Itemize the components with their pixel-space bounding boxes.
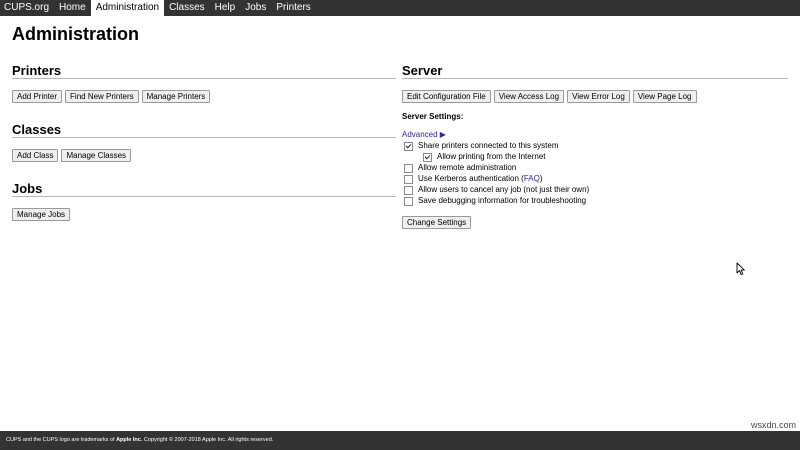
allow-internet-printing-label: Allow printing from the Internet [437,152,546,161]
kerberos-checkbox[interactable] [404,174,413,184]
add-class-button[interactable]: Add Class [12,149,59,162]
cancel-any-job-label: Allow users to cancel any job (not just … [418,185,590,194]
add-printer-button[interactable]: Add Printer [12,90,63,103]
nav-item-help[interactable]: Help [210,0,241,16]
top-navigation-bar: CUPS.org Home Administration Classes Hel… [0,0,800,16]
nav-item-printers[interactable]: Printers [271,0,315,16]
debug-logging-checkbox[interactable] [404,196,413,206]
server-button-row: Edit Configuration File View Access Log … [402,90,697,103]
footer-apple-link[interactable]: Apple Inc. [116,437,142,443]
nav-item-home[interactable]: Home [54,0,91,16]
nav-item-classes[interactable]: Classes [164,0,210,16]
printers-divider [12,78,396,79]
jobs-heading: Jobs [12,181,43,196]
debug-logging-option: Save debugging information for troublesh… [404,196,586,206]
manage-classes-button[interactable]: Manage Classes [61,149,132,162]
cancel-any-job-option: Allow users to cancel any job (not just … [404,185,589,195]
nav-item-jobs[interactable]: Jobs [240,0,271,16]
change-settings-row: Change Settings [402,216,472,229]
manage-jobs-button[interactable]: Manage Jobs [12,208,71,221]
kerberos-option: Use Kerberos authentication (FAQ) [404,174,543,184]
manage-printers-button[interactable]: Manage Printers [141,90,211,103]
classes-divider [12,137,396,138]
view-page-log-button[interactable]: View Page Log [632,90,697,103]
server-heading: Server [402,63,443,78]
server-settings-heading: Server Settings: [402,112,464,121]
cancel-any-job-checkbox[interactable] [404,185,413,195]
kerberos-faq-link[interactable]: FAQ [524,174,540,183]
nav-item-cups-org[interactable]: CUPS.org [0,0,54,16]
allow-internet-printing-checkbox[interactable] [423,152,432,162]
mouse-cursor-icon [736,262,745,276]
view-access-log-button[interactable]: View Access Log [493,90,565,103]
footer-copyright: CUPS and the CUPS logo are trademarks of… [6,437,274,443]
debug-logging-label: Save debugging information for troublesh… [418,196,587,205]
allow-internet-printing-option: Allow printing from the Internet [423,152,546,162]
share-printers-option: Share printers connected to this system [404,141,559,151]
watermark: wsxdn.com [750,420,796,430]
classes-button-row: Add Class Manage Classes [12,149,132,162]
share-printers-checkbox[interactable] [404,141,413,151]
find-new-printers-button[interactable]: Find New Printers [65,90,139,103]
view-error-log-button[interactable]: View Error Log [567,90,630,103]
page-title: Administration [12,24,140,44]
jobs-button-row: Manage Jobs [12,208,71,221]
nav-item-administration[interactable]: Administration [90,0,165,16]
remote-admin-label: Allow remote administration [418,163,517,172]
server-divider [402,78,788,79]
printers-heading: Printers [12,63,62,78]
kerberos-label: Use Kerberos authentication (FAQ) [418,174,543,183]
share-printers-label: Share printers connected to this system [418,141,559,150]
classes-heading: Classes [12,122,62,137]
edit-configuration-file-button[interactable]: Edit Configuration File [402,90,491,103]
remote-admin-checkbox[interactable] [404,163,413,173]
footer: wsxdn.com CUPS and the CUPS logo are tra… [0,420,800,450]
printers-button-row: Add Printer Find New Printers Manage Pri… [12,90,211,103]
change-settings-button[interactable]: Change Settings [402,216,472,229]
advanced-settings-link[interactable]: Advanced ▶ [402,130,446,140]
remote-admin-option: Allow remote administration [404,163,516,173]
jobs-divider [12,196,396,197]
